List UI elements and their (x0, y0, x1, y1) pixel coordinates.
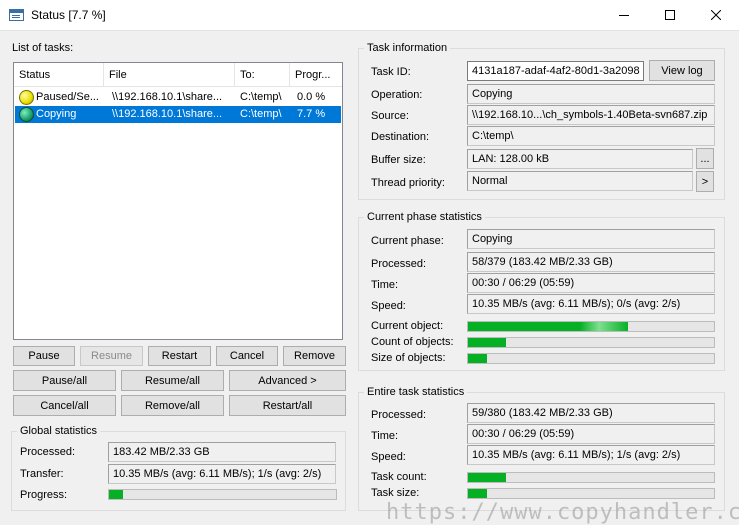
size-of-objects-progress-fill (468, 354, 487, 363)
current-phase-value: Copying (467, 229, 715, 249)
task-list[interactable]: Status File To: Progr... Paused/Se... \\… (13, 62, 343, 340)
column-header-progress[interactable]: Progr... (290, 63, 342, 87)
task-count-progress-fill (468, 473, 507, 482)
website-watermark: https://www.copyhandler.com (386, 500, 739, 525)
restart-all-button[interactable]: Restart/all (229, 395, 346, 416)
task-count-label: Task count: (371, 471, 427, 483)
global-processed-value: 183.42 MB/2.33 GB (108, 442, 336, 462)
paused-status-icon (19, 90, 34, 105)
count-of-objects-progress-fill (468, 338, 506, 347)
column-header-file[interactable]: File (104, 63, 235, 87)
destination-value: C:\temp\ (467, 126, 715, 146)
global-transfer-label: Transfer: (20, 468, 64, 480)
task-progress: 7.7 % (297, 108, 326, 120)
task-row-paused[interactable]: Paused/Se... \\192.168.10.1\share... C:\… (15, 89, 341, 106)
source-label: Source: (371, 110, 409, 122)
resume-all-button[interactable]: Resume/all (121, 370, 224, 391)
task-destination: C:\temp\ (240, 91, 282, 103)
phase-processed-label: Processed: (371, 258, 427, 270)
phase-speed-value: 10.35 MB/s (avg: 6.11 MB/s); 0/s (avg: 2… (467, 294, 715, 314)
operation-label: Operation: (371, 89, 423, 101)
task-id-field[interactable]: 4131a187-adaf-4af2-80d1-3a2098 (467, 61, 644, 81)
size-of-objects-label: Size of objects: (371, 352, 446, 364)
phase-processed-value: 58/379 (183.42 MB/2.33 GB) (467, 252, 715, 272)
global-statistics-title: Global statistics (17, 425, 101, 437)
destination-label: Destination: (371, 131, 430, 143)
global-processed-label: Processed: (20, 446, 76, 458)
pause-all-button[interactable]: Pause/all (13, 370, 116, 391)
global-progress-label: Progress: (20, 489, 68, 501)
view-log-button[interactable]: View log (649, 60, 715, 81)
thread-priority-value: Normal (467, 171, 693, 191)
task-progress: 0.0 % (297, 91, 326, 103)
column-header-to[interactable]: To: (235, 63, 290, 87)
task-size-progress-bar (467, 488, 715, 499)
remove-all-button[interactable]: Remove/all (121, 395, 224, 416)
close-button[interactable] (693, 0, 739, 31)
global-progress-fill (109, 490, 124, 499)
current-object-label: Current object: (371, 320, 444, 332)
advanced-button[interactable]: Advanced > (229, 370, 346, 391)
source-value: \\192.168.10...\ch_symbols-1.40Beta-svn6… (467, 105, 715, 125)
thread-priority-button[interactable]: > (696, 171, 714, 192)
task-list-header: Status File To: Progr... (14, 63, 342, 87)
maximize-button[interactable] (647, 0, 693, 31)
window-title: Status [7.7 %] (31, 8, 106, 22)
close-icon (711, 10, 721, 20)
current-object-progress-fill (468, 322, 628, 331)
current-object-progress-bar (467, 321, 715, 332)
count-of-objects-label: Count of objects: (371, 336, 454, 348)
remove-button[interactable]: Remove (283, 346, 346, 366)
restart-button[interactable]: Restart (148, 346, 211, 366)
task-processed-value: 59/380 (183.42 MB/2.33 GB) (467, 403, 715, 423)
pause-button[interactable]: Pause (13, 346, 75, 366)
minimize-button[interactable] (601, 0, 647, 31)
task-count-progress-bar (467, 472, 715, 483)
task-size-label: Task size: (371, 487, 420, 499)
global-progress-bar (108, 489, 337, 500)
current-phase-label: Current phase: (371, 235, 444, 247)
task-size-progress-fill (468, 489, 487, 498)
global-transfer-value: 10.35 MB/s (avg: 6.11 MB/s); 1/s (avg: 2… (108, 464, 336, 484)
task-information-title: Task information (364, 42, 451, 54)
task-id-label: Task ID: (371, 66, 411, 78)
size-of-objects-progress-bar (467, 353, 715, 364)
phase-speed-label: Speed: (371, 300, 406, 312)
task-statistics-title: Entire task statistics (364, 386, 468, 398)
task-time-value: 00:30 / 06:29 (05:59) (467, 424, 715, 444)
operation-value: Copying (467, 84, 715, 104)
task-file: \\192.168.10.1\share... (112, 91, 223, 103)
thread-priority-label: Thread priority: (371, 177, 445, 189)
task-list-label: List of tasks: (12, 42, 74, 54)
column-header-status[interactable]: Status (14, 63, 104, 87)
cancel-all-button[interactable]: Cancel/all (13, 395, 116, 416)
buffer-size-button[interactable]: ... (696, 148, 714, 169)
task-status: Copying (36, 108, 77, 120)
task-status: Paused/Se... (36, 91, 99, 103)
task-time-label: Time: (371, 430, 399, 442)
task-speed-label: Speed: (371, 451, 406, 463)
title-bar: Status [7.7 %] (0, 0, 739, 31)
buffer-size-label: Buffer size: (371, 154, 426, 166)
buffer-size-value: LAN: 128.00 kB (467, 149, 693, 169)
task-row-copying[interactable]: Copying \\192.168.10.1\share... C:\temp\… (15, 106, 341, 123)
task-processed-label: Processed: (371, 409, 427, 421)
count-of-objects-progress-bar (467, 337, 715, 348)
task-speed-value: 10.35 MB/s (avg: 6.11 MB/s); 1/s (avg: 2… (467, 445, 715, 465)
task-file: \\192.168.10.1\share... (112, 108, 223, 120)
phase-statistics-title: Current phase statistics (364, 211, 485, 223)
phase-time-label: Time: (371, 279, 399, 291)
copying-status-icon (19, 107, 34, 122)
app-window-icon (9, 9, 24, 21)
maximize-icon (665, 10, 675, 20)
minimize-icon (619, 15, 629, 16)
cancel-button[interactable]: Cancel (216, 346, 278, 366)
phase-time-value: 00:30 / 06:29 (05:59) (467, 273, 715, 293)
resume-button[interactable]: Resume (80, 346, 143, 366)
task-destination: C:\temp\ (240, 108, 282, 120)
